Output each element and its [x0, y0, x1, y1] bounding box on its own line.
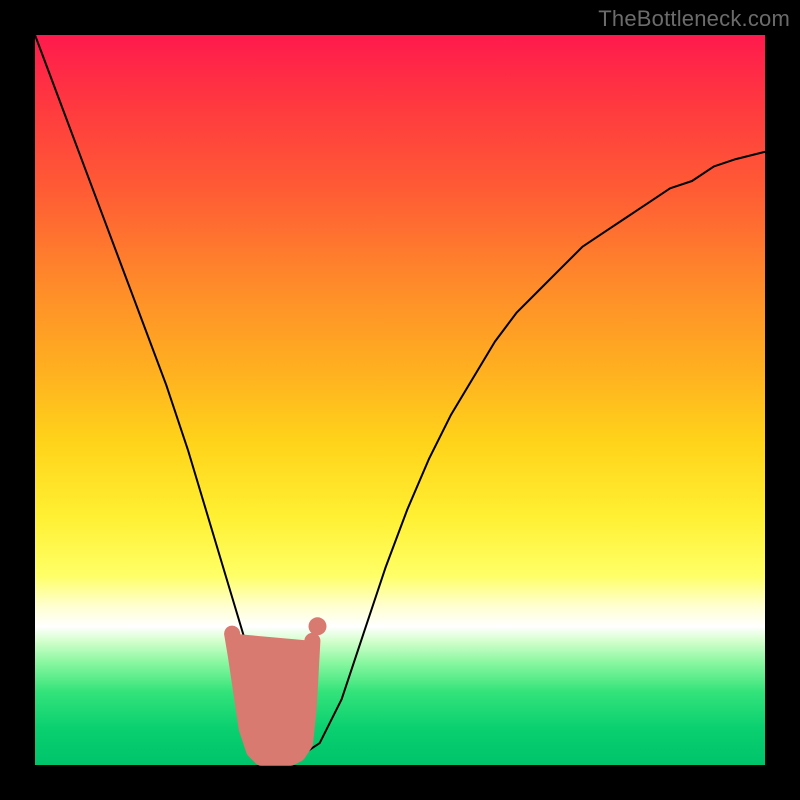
curve-svg: [35, 35, 765, 765]
plot-area: [35, 35, 765, 765]
highlight-markers: [232, 617, 326, 757]
chart-frame: TheBottleneck.com: [0, 0, 800, 800]
bottleneck-curve: [35, 35, 765, 758]
watermark-text: TheBottleneck.com: [598, 6, 790, 32]
